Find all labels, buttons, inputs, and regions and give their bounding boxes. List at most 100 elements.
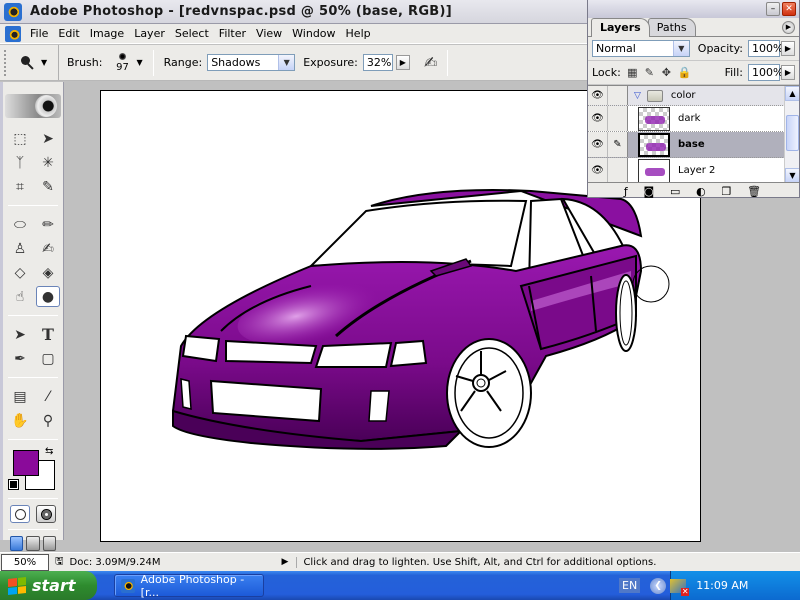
lock-position-icon[interactable]: ✥: [661, 66, 672, 79]
brush-dropdown-arrow[interactable]: ▼: [136, 58, 142, 67]
menu-filter[interactable]: Filter: [214, 27, 251, 40]
network-disconnected-icon[interactable]: [670, 578, 690, 596]
menu-help[interactable]: Help: [341, 27, 376, 40]
shape-tool-icon[interactable]: ▢: [36, 348, 60, 369]
foreground-color-swatch[interactable]: [13, 450, 39, 476]
eye-icon[interactable]: 👁: [588, 106, 608, 131]
airbrush-icon[interactable]: ✍: [424, 53, 437, 72]
show-hidden-icons-button[interactable]: ❮: [650, 577, 667, 594]
close-button[interactable]: ✕: [782, 2, 796, 16]
layer-row[interactable]: 👁 ✎ base: [588, 132, 799, 158]
layer-row[interactable]: 👁 Layer 2: [588, 158, 799, 182]
lasso-tool-icon[interactable]: ᛉ: [8, 152, 32, 173]
zoom-tool-icon[interactable]: ⚲: [36, 410, 60, 431]
tool-preset-picker[interactable]: ▼: [7, 45, 59, 80]
status-menu-arrow[interactable]: ▶: [282, 557, 289, 567]
exposure-value[interactable]: 32%: [362, 54, 393, 71]
menu-edit[interactable]: Edit: [53, 27, 84, 40]
photoshop-logo[interactable]: [5, 94, 61, 118]
layer-style-icon[interactable]: ƒ: [624, 185, 628, 198]
notes-tool-icon[interactable]: ▤: [8, 386, 32, 407]
paint-bucket-tool-icon[interactable]: ◈: [36, 262, 60, 283]
quick-mask-mode-button[interactable]: [36, 505, 56, 523]
expand-triangle-icon[interactable]: ▽: [634, 91, 641, 101]
scroll-up-button[interactable]: ▲: [785, 86, 799, 101]
default-colors-icon[interactable]: [8, 479, 19, 490]
adjustment-layer-icon[interactable]: ◐: [696, 185, 706, 198]
panel-title-bar[interactable]: – ✕: [588, 0, 799, 18]
standard-screen-mode-button[interactable]: [10, 536, 24, 551]
link-slot[interactable]: [608, 86, 628, 105]
full-screen-mode-button[interactable]: [42, 536, 56, 551]
layers-scrollbar[interactable]: ▲ ▼: [784, 86, 799, 182]
start-button[interactable]: start: [0, 571, 97, 600]
menu-select[interactable]: Select: [170, 27, 214, 40]
pen-tool-icon[interactable]: ✒: [8, 348, 32, 369]
eye-icon[interactable]: 👁: [588, 132, 608, 157]
document-icon[interactable]: [5, 25, 21, 42]
lock-transparency-icon[interactable]: ▦: [627, 66, 638, 79]
blend-mode-select[interactable]: Normal ▼: [592, 40, 690, 57]
link-slot[interactable]: [608, 106, 628, 131]
path-selection-tool-icon[interactable]: ➤: [8, 324, 32, 345]
dodge-tool-icon[interactable]: ●: [36, 286, 60, 307]
slice-tool-icon[interactable]: ✎: [36, 176, 60, 197]
new-group-icon[interactable]: ▭: [670, 185, 680, 198]
layers-panel: – ✕ Layers Paths ▶ Normal ▼ Opacity: 100…: [587, 0, 800, 198]
brush-tool-icon[interactable]: ✏: [36, 214, 60, 235]
eraser-tool-icon[interactable]: ◇: [8, 262, 32, 283]
eye-icon[interactable]: 👁: [588, 86, 608, 105]
exposure-field[interactable]: 32% ▶: [362, 54, 410, 71]
eye-icon[interactable]: 👁: [588, 158, 608, 182]
lock-row: Lock: ▦ ✎ ✥ 🔒 Fill: 100% ▶: [588, 61, 799, 85]
layer-group-row[interactable]: 👁 ▽ color: [588, 86, 799, 106]
fill-field[interactable]: 100% ▶: [748, 64, 795, 81]
scroll-thumb[interactable]: [786, 115, 799, 151]
hand-tool-icon[interactable]: ✋: [8, 410, 32, 431]
full-screen-menubar-mode-button[interactable]: [26, 536, 40, 551]
range-select[interactable]: Shadows ▼: [207, 54, 296, 71]
brush-icon[interactable]: ✎: [608, 132, 628, 157]
menu-window[interactable]: Window: [287, 27, 340, 40]
opacity-slider-button[interactable]: ▶: [781, 41, 795, 56]
exposure-slider-button[interactable]: ▶: [395, 55, 410, 70]
fill-value[interactable]: 100%: [748, 64, 783, 81]
menu-file[interactable]: File: [25, 27, 53, 40]
menu-view[interactable]: View: [251, 27, 287, 40]
photoshop-app-icon[interactable]: [4, 2, 22, 21]
lock-all-icon[interactable]: 🔒: [678, 66, 692, 79]
add-mask-icon[interactable]: ◙: [644, 185, 655, 198]
taskbar-item-photoshop[interactable]: Adobe Photoshop - [r...: [114, 573, 264, 599]
trash-icon[interactable]: 🗑: [747, 185, 761, 198]
swap-colors-icon[interactable]: ⇆: [45, 446, 53, 457]
move-tool-icon[interactable]: ➤: [36, 128, 60, 149]
magic-wand-tool-icon[interactable]: ✳: [36, 152, 60, 173]
type-tool-icon[interactable]: T: [36, 324, 60, 345]
scroll-down-button[interactable]: ▼: [785, 168, 799, 182]
healing-brush-tool-icon[interactable]: ⬭: [8, 214, 32, 235]
brush-picker[interactable]: 97: [114, 52, 130, 73]
eyedropper-tool-icon[interactable]: ⁄: [36, 386, 60, 407]
opacity-field[interactable]: 100% ▶: [748, 40, 795, 57]
menu-layer[interactable]: Layer: [129, 27, 170, 40]
standard-mode-button[interactable]: [10, 505, 30, 523]
lock-pixels-icon[interactable]: ✎: [644, 66, 655, 79]
new-layer-icon[interactable]: ❐: [721, 185, 731, 198]
history-brush-tool-icon[interactable]: ✍: [36, 238, 60, 259]
fill-slider-button[interactable]: ▶: [781, 65, 795, 80]
minimize-button[interactable]: –: [766, 2, 780, 16]
opacity-value[interactable]: 100%: [748, 40, 783, 57]
link-slot[interactable]: [608, 158, 628, 182]
smudge-tool-icon[interactable]: ☝: [8, 286, 32, 307]
marquee-tool-icon[interactable]: ⬚: [8, 128, 32, 149]
menu-image[interactable]: Image: [85, 27, 129, 40]
divider: [8, 205, 58, 206]
panel-menu-button[interactable]: ▶: [782, 21, 795, 34]
crop-tool-icon[interactable]: ⌗: [8, 176, 32, 197]
clone-stamp-tool-icon[interactable]: ♙: [8, 238, 32, 259]
language-indicator[interactable]: EN: [619, 578, 641, 593]
layer-row[interactable]: 👁 dark: [588, 106, 799, 132]
tab-layers[interactable]: Layers: [591, 18, 650, 37]
tab-paths[interactable]: Paths: [647, 18, 696, 36]
zoom-field[interactable]: 50%: [1, 553, 49, 571]
